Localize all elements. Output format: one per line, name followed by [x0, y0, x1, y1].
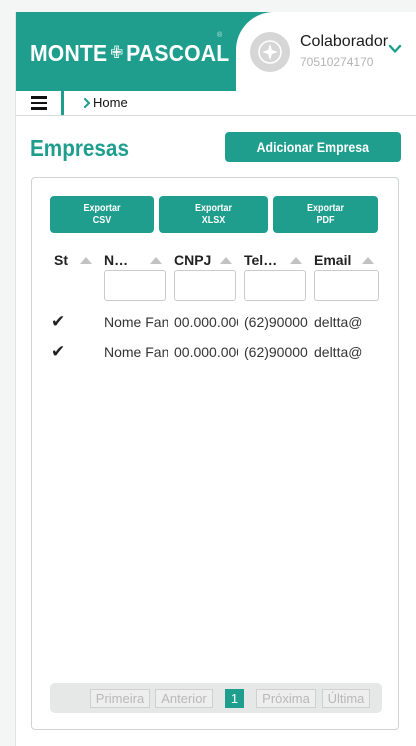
export-pdf-label-1: Exportar	[306, 202, 345, 214]
pagination-last-button[interactable]: Última	[322, 689, 370, 708]
breadcrumb-home-link[interactable]: Home	[93, 95, 128, 110]
cell-cnpj: 00.000.000/0000-00	[174, 344, 238, 360]
cell-name: Nome Fantasia	[104, 344, 168, 360]
column-header-cnpj[interactable]: CNPJ	[174, 252, 214, 268]
cell-name: Nome Fantasia	[104, 314, 168, 330]
cell-cnpj: 00.000.000/0000-00	[174, 314, 238, 330]
column-header-phone[interactable]: Telefone	[244, 252, 284, 268]
logo-text-left: MONTE	[30, 40, 108, 66]
brand-logo: MONTE ✙ PASCOAL	[30, 40, 229, 67]
sort-asc-icon[interactable]	[362, 257, 374, 264]
export-xlsx-label-2: XLSX	[201, 214, 226, 226]
pagination-next-button[interactable]: Próxima	[256, 689, 316, 708]
sort-asc-icon[interactable]	[150, 257, 162, 264]
pagination: Primeira Anterior 1 Próxima Última	[50, 683, 382, 713]
status-check-icon: ✔	[51, 312, 66, 331]
companies-table-card: Exportar CSV Exportar XLSX Exportar PDF …	[31, 177, 399, 730]
cell-email: deltta@	[314, 314, 363, 330]
user-menu[interactable]: Colaborador 70510274170	[236, 12, 416, 91]
avatar	[250, 32, 290, 72]
page: MONTE ✙ PASCOAL ® Colaborador 7051027417…	[15, 12, 416, 746]
export-csv-button[interactable]: Exportar CSV	[50, 196, 154, 233]
status-check-icon: ✔	[51, 342, 66, 361]
column-header-name[interactable]: Nome Fantasia	[104, 252, 134, 268]
user-id: 70510274170	[300, 55, 374, 69]
table-row[interactable]: ✔ Nome Fantasia 00.000.000/0000-00 (62)9…	[32, 307, 398, 337]
registered-mark: ®	[217, 32, 223, 39]
filter-name-input[interactable]	[104, 270, 166, 301]
add-company-button-label: Adicionar Empresa	[256, 139, 370, 155]
logo-text-right: PASCOAL	[126, 40, 230, 66]
hamburger-menu-icon[interactable]	[31, 96, 47, 110]
cell-phone: (62)900000000	[244, 314, 308, 330]
export-xlsx-label-1: Exportar	[194, 202, 233, 214]
pagination-first-button[interactable]: Primeira	[90, 689, 150, 708]
export-pdf-label-2: PDF	[316, 214, 335, 226]
column-header-email[interactable]: Email	[314, 252, 354, 268]
page-title: Empresas	[30, 135, 129, 161]
filter-cnpj-input[interactable]	[174, 270, 236, 301]
sort-asc-icon[interactable]	[220, 257, 232, 264]
filter-phone-input[interactable]	[244, 270, 306, 301]
breadcrumb-divider	[61, 91, 64, 115]
chevron-right-icon	[84, 98, 90, 108]
export-pdf-button[interactable]: Exportar PDF	[273, 196, 378, 233]
pagination-page-button[interactable]: 1	[225, 689, 244, 708]
cross-emblem-icon	[258, 40, 282, 64]
export-csv-label-2: CSV	[92, 214, 112, 226]
pagination-prev-button[interactable]: Anterior	[155, 689, 213, 708]
user-name: Colaborador	[300, 33, 389, 50]
app-header: MONTE ✙ PASCOAL ® Colaborador 7051027417…	[16, 12, 416, 91]
add-company-button[interactable]: Adicionar Empresa	[225, 132, 401, 162]
breadcrumb: Home	[16, 91, 416, 116]
cell-email: deltta@	[314, 344, 363, 360]
logo-cross-icon: ✙	[110, 42, 124, 62]
export-csv-label-1: Exportar	[83, 202, 121, 214]
sort-asc-icon[interactable]	[290, 257, 302, 264]
chevron-down-icon[interactable]	[388, 42, 402, 56]
filter-email-input[interactable]	[314, 270, 379, 301]
table-row[interactable]: ✔ Nome Fantasia 00.000.000/0000-00 (62)9…	[32, 337, 398, 367]
column-header-status[interactable]: St	[54, 252, 78, 268]
cell-phone: (62)900000000	[244, 344, 308, 360]
export-xlsx-button[interactable]: Exportar XLSX	[159, 196, 268, 233]
sort-asc-icon[interactable]	[80, 257, 92, 264]
